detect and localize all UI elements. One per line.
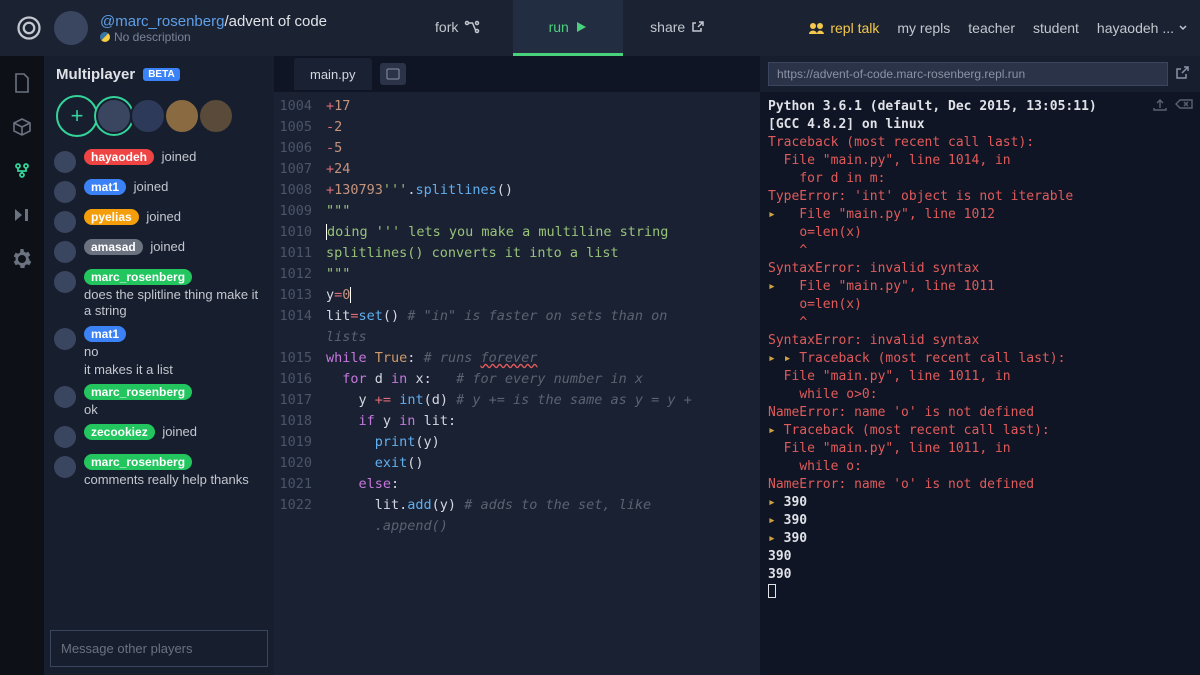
- user-tag[interactable]: mat1: [84, 179, 126, 195]
- user-avatar[interactable]: [54, 211, 76, 233]
- add-player-button[interactable]: +: [56, 95, 98, 137]
- nav-my-repls[interactable]: my repls: [897, 20, 950, 36]
- code-editor[interactable]: 1004+171005-21006-51007+241008+130793'''…: [274, 92, 760, 675]
- feed-item: hayaodeh joined: [54, 149, 264, 173]
- settings-icon[interactable]: [11, 248, 33, 270]
- nav-repl-talk[interactable]: repl talk: [808, 20, 879, 36]
- user-tag[interactable]: marc_rosenberg: [84, 384, 192, 400]
- user-avatar[interactable]: [54, 386, 76, 408]
- feed-item: marc_rosenbergcomments really help thank…: [54, 454, 264, 488]
- feed-item: mat1 joined: [54, 179, 264, 203]
- feed-item: marc_rosenbergok: [54, 384, 264, 418]
- user-avatar[interactable]: [54, 151, 76, 173]
- player-avatar[interactable]: [96, 98, 132, 134]
- user-tag[interactable]: amasad: [84, 239, 143, 255]
- nav-teacher[interactable]: teacher: [968, 20, 1015, 36]
- top-bar: @marc_rosenberg/advent of code No descri…: [0, 0, 1200, 56]
- user-menu[interactable]: hayaodeh ...: [1097, 20, 1188, 36]
- user-avatar[interactable]: [54, 456, 76, 478]
- debugger-icon[interactable]: [11, 204, 33, 226]
- terminal-export-icon[interactable]: [1152, 98, 1168, 118]
- repl-url-input[interactable]: [768, 62, 1168, 86]
- user-avatar[interactable]: [54, 271, 76, 293]
- user-avatar[interactable]: [54, 426, 76, 448]
- project-avatar[interactable]: [54, 11, 88, 45]
- feed-item: pyelias joined: [54, 209, 264, 233]
- activity-feed: hayaodeh joined mat1 joined pyelias joined…: [50, 149, 268, 630]
- python-icon: [100, 32, 110, 42]
- player-avatar[interactable]: [130, 98, 166, 134]
- user-tag[interactable]: mat1: [84, 326, 126, 342]
- message-input[interactable]: Message other players: [50, 630, 268, 667]
- packages-icon[interactable]: [11, 116, 33, 138]
- panel-title: Multiplayer: [56, 66, 135, 83]
- icon-rail: [0, 56, 44, 675]
- nav-student[interactable]: student: [1033, 20, 1079, 36]
- terminal[interactable]: Python 3.6.1 (default, Dec 2015, 13:05:1…: [760, 92, 1200, 675]
- tab-bar: main.py: [274, 56, 760, 92]
- user-tag[interactable]: zecookiez: [84, 424, 155, 440]
- feed-item: zecookiez joined: [54, 424, 264, 448]
- owner-handle[interactable]: @marc_rosenberg: [100, 13, 224, 30]
- multiplayer-panel: Multiplayer BETA + hayaodeh joined mat1 j…: [44, 56, 274, 675]
- user-avatar[interactable]: [54, 328, 76, 350]
- multiplayer-icon[interactable]: [11, 160, 33, 182]
- feed-item: amasad joined: [54, 239, 264, 263]
- editor-pane: main.py 1004+171005-21006-51007+241008+1…: [274, 56, 760, 675]
- file-tab[interactable]: main.py: [294, 58, 372, 90]
- user-tag[interactable]: marc_rosenberg: [84, 454, 192, 470]
- user-avatar[interactable]: [54, 241, 76, 263]
- feed-item: marc_rosenbergdoes the splitline thing m…: [54, 269, 264, 320]
- files-icon[interactable]: [11, 72, 33, 94]
- run-button[interactable]: run: [513, 0, 623, 56]
- user-tag[interactable]: hayaodeh: [84, 149, 154, 165]
- logo[interactable]: [12, 11, 46, 45]
- user-tag[interactable]: marc_rosenberg: [84, 269, 192, 285]
- beta-badge: BETA: [143, 68, 179, 81]
- fork-button[interactable]: fork: [403, 0, 513, 56]
- history-icon[interactable]: [380, 63, 406, 85]
- share-button[interactable]: share: [623, 0, 733, 56]
- player-avatar[interactable]: [198, 98, 234, 134]
- terminal-clear-icon[interactable]: [1174, 98, 1194, 118]
- player-avatar[interactable]: [164, 98, 200, 134]
- feed-item: mat1noit makes it a list: [54, 326, 264, 379]
- user-avatar[interactable]: [54, 181, 76, 203]
- project-title: @marc_rosenberg/advent of code No descri…: [100, 13, 327, 44]
- open-external-icon[interactable]: [1174, 65, 1192, 83]
- players-row: +: [50, 91, 268, 149]
- user-tag[interactable]: pyelias: [84, 209, 139, 225]
- console-pane: Python 3.6.1 (default, Dec 2015, 13:05:1…: [760, 56, 1200, 675]
